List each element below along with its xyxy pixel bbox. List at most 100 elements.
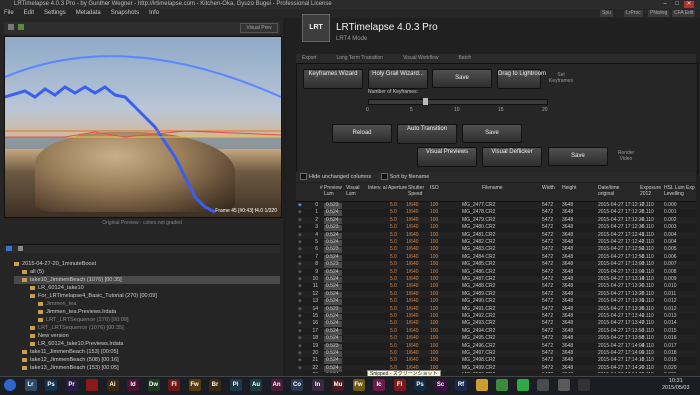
visual-deflicker-button[interactable]: Visual Deflicker xyxy=(482,147,542,167)
table-row[interactable]: ◆ 12 0.524 5.0 1/640 100 MG_2489.CR2 5472 3648 20… xyxy=(296,290,696,299)
illustrator-icon[interactable]: Ai xyxy=(106,379,119,391)
tree-item[interactable]: LR_60124_take10 xyxy=(14,284,280,292)
tree-item[interactable]: Jimmen_tea xyxy=(14,300,280,308)
animate-icon[interactable]: An xyxy=(270,379,283,391)
tree-item[interactable]: take13_JimmenBeach (153) [00:05] xyxy=(14,364,280,372)
keyframe-marker-icon[interactable]: ◆ xyxy=(298,335,302,342)
line-icon[interactable] xyxy=(516,379,529,391)
status-button-0[interactable]: Spu xyxy=(600,10,613,17)
table-row[interactable]: ◆ 17 0.524 5.0 1/640 100 MG_2494.CR2 5472 3648 20… xyxy=(296,327,696,336)
start-icon[interactable] xyxy=(4,379,16,391)
column-header[interactable]: Aperture xyxy=(388,185,410,191)
keyframe-marker-icon[interactable]: ◆ xyxy=(298,350,302,357)
table-row[interactable]: ◆ 15 0.524 5.0 1/640 100 MG_2492.CR2 5472 3648 20… xyxy=(296,313,696,321)
keyframe-marker-icon[interactable]: ◆ xyxy=(298,202,302,209)
sc-icon[interactable]: Sc xyxy=(434,379,447,391)
column-header[interactable]: Filename xyxy=(482,185,522,191)
sort-filename-checkbox[interactable]: Sort by filename xyxy=(380,173,429,181)
fl2-icon[interactable]: Fl xyxy=(393,379,406,391)
table-row[interactable]: ◆ 1 0.524 5.0 1/640 100 MG_2478.CR2 5472 3648 201… xyxy=(296,209,696,217)
ps2-icon[interactable]: Ps xyxy=(414,379,426,391)
keyframe-marker-icon[interactable]: ◆ xyxy=(298,232,302,239)
maximize-icon[interactable]: □ xyxy=(672,1,682,8)
tree-item[interactable]: LR_60124_take10.Previews.lrdata xyxy=(14,340,280,348)
column-header[interactable]: Exp xyxy=(686,185,696,191)
keyframe-marker-icon[interactable]: ◆ xyxy=(298,298,302,305)
explorer-icon[interactable] xyxy=(475,379,488,391)
save-button-2[interactable]: Save xyxy=(462,124,522,143)
keyframe-marker-icon[interactable]: ◆ xyxy=(298,328,302,335)
hide-unchanged-checkbox[interactable]: Hide unchanged columns xyxy=(300,173,371,181)
keyframe-marker-icon[interactable]: ◆ xyxy=(298,269,302,276)
tab-1[interactable]: Long Term Transition xyxy=(336,55,383,61)
table-row[interactable]: ◆ 8 0.523 5.0 1/640 100 MG_2485.CR2 5472 3648 201… xyxy=(296,261,696,269)
column-header[interactable]: Preview Lum xyxy=(324,185,346,197)
drag-to-lightroom-button[interactable]: Drag to Lightroom xyxy=(497,69,546,89)
view-icon[interactable] xyxy=(18,24,24,30)
stop-icon[interactable] xyxy=(18,246,23,251)
table-row[interactable]: ◆ 20 0.524 5.0 1/640 100 MG_2497.CR2 5472 3648 20… xyxy=(296,350,696,358)
lrt-icon[interactable] xyxy=(557,379,570,391)
keyframe-marker-icon[interactable]: ◆ xyxy=(298,313,302,320)
status-button-1[interactable]: LrProc xyxy=(624,10,643,17)
premiere-icon[interactable]: Pr xyxy=(65,379,78,391)
keyframe-marker-icon[interactable]: ◆ xyxy=(298,291,302,298)
save-button-3[interactable]: Save xyxy=(548,147,608,166)
tree-item[interactable]: LRT_LRTSequence (270) [00:09] xyxy=(14,316,280,324)
playback-bar[interactable] xyxy=(4,244,280,253)
media-icon[interactable] xyxy=(537,379,549,391)
keyframe-marker-icon[interactable]: ◆ xyxy=(298,320,302,327)
rf-icon[interactable]: Rf xyxy=(455,379,467,391)
keyframe-marker-icon[interactable]: ◆ xyxy=(298,254,302,261)
tab-3[interactable]: Batch xyxy=(458,55,471,61)
table-row[interactable]: ◆ 16 0.524 5.0 1/640 100 MG_2493.CR2 5472 3648 20… xyxy=(296,320,696,328)
preview-mode-select[interactable]: Visual Prev xyxy=(240,23,278,33)
keyframes-wizard-button[interactable]: Keyframes Wizard xyxy=(303,69,363,89)
bridge-icon[interactable]: Br xyxy=(209,379,221,391)
column-header[interactable]: ISO xyxy=(430,185,452,191)
column-header[interactable]: Shutter Speed xyxy=(408,185,430,197)
menu-file[interactable]: File xyxy=(4,10,14,16)
tree-item[interactable]: New version xyxy=(14,332,280,340)
table-row[interactable]: ◆ 3 0.523 5.0 1/640 100 MG_2480.CR2 5472 3648 201… xyxy=(296,224,696,232)
keyframe-marker-icon[interactable]: ◆ xyxy=(298,306,302,313)
column-header[interactable]: HSL Lum Levelling xyxy=(664,185,686,197)
column-header[interactable]: Width xyxy=(542,185,564,191)
dreamweaver-icon[interactable]: Dw xyxy=(147,379,160,391)
column-header[interactable]: Interv. al xyxy=(368,185,390,191)
tree-item[interactable]: For_LRTimelapse4_Basic_Tutorial (270) [0… xyxy=(14,292,280,300)
tree-item[interactable]: take11_JimmenBeach (153) [00:05] xyxy=(14,348,280,356)
holy-grail-wizard-button[interactable]: Holy Grail Wizard... xyxy=(368,69,428,89)
chrome-icon[interactable] xyxy=(496,379,508,391)
table-row[interactable]: ◆230.5245.01/640100MG_2500.CR25472364820… xyxy=(296,372,696,373)
column-header[interactable]: Exposure 2012 xyxy=(640,185,662,197)
zoom-icon[interactable] xyxy=(8,24,14,30)
lightroom-icon[interactable]: Lr xyxy=(24,379,37,391)
ic-icon[interactable]: Ic xyxy=(373,379,385,391)
keyframe-marker-icon[interactable]: ◆ xyxy=(298,343,302,350)
tab-2[interactable]: Visual Workflow xyxy=(403,55,438,61)
fireworks-icon[interactable]: Fw xyxy=(188,379,201,391)
table-row[interactable]: ◆ 19 0.523 5.0 1/640 100 MG_2496.CR2 5472 3648 20… xyxy=(296,342,696,350)
table-row[interactable]: ◆ 0 0.523 5.0 1/640 100 MG_2477.CR2 5472 3648 201… xyxy=(296,202,696,210)
status-button-2[interactable]: PNwlog xyxy=(648,10,670,17)
keyframe-marker-icon[interactable]: ◆ xyxy=(298,372,302,373)
visual-previews-button[interactable]: Visual Previews xyxy=(417,147,477,167)
menu-snapshots[interactable]: Snapshots xyxy=(111,10,139,16)
system-clock[interactable]: 10:31 2015/05/03 xyxy=(662,378,690,392)
keyframe-marker-icon[interactable]: ◆ xyxy=(298,276,302,283)
tree-item[interactable]: LRT_LRTSequence (1076) [00:35] xyxy=(14,324,280,332)
table-row[interactable]: ◆ 2 0.524 5.0 1/640 100 MG_2479.CR2 5472 3648 201… xyxy=(296,216,696,225)
tree-item[interactable]: take10_JimmenBeach (1076) [00:35] xyxy=(14,276,280,284)
close-icon[interactable]: ✕ xyxy=(684,1,694,8)
table-row[interactable]: ◆ 4 0.524 5.0 1/640 100 MG_2481.CR2 5472 3648 201… xyxy=(296,231,696,239)
play-icon[interactable] xyxy=(6,246,12,251)
table-row[interactable]: ◆ 14 0.523 5.0 1/640 100 MG_2491.CR2 5472 3648 20… xyxy=(296,305,696,313)
menu-info[interactable]: Info xyxy=(149,10,159,16)
table-row[interactable]: ◆ 13 0.524 5.0 1/640 100 MG_2490.CR2 5472 3648 20… xyxy=(296,298,696,306)
table-row[interactable]: ◆ 11 0.524 5.0 1/640 100 MG_2488.CR2 5472 3648 20… xyxy=(296,283,696,291)
reload-button[interactable]: Reload xyxy=(332,124,392,143)
column-header[interactable]: Visual Lum xyxy=(346,185,368,197)
menu-metadata[interactable]: Metadata xyxy=(76,10,101,16)
tree-item[interactable]: take12_JimmenBeach (508) [00:16] xyxy=(14,356,280,364)
